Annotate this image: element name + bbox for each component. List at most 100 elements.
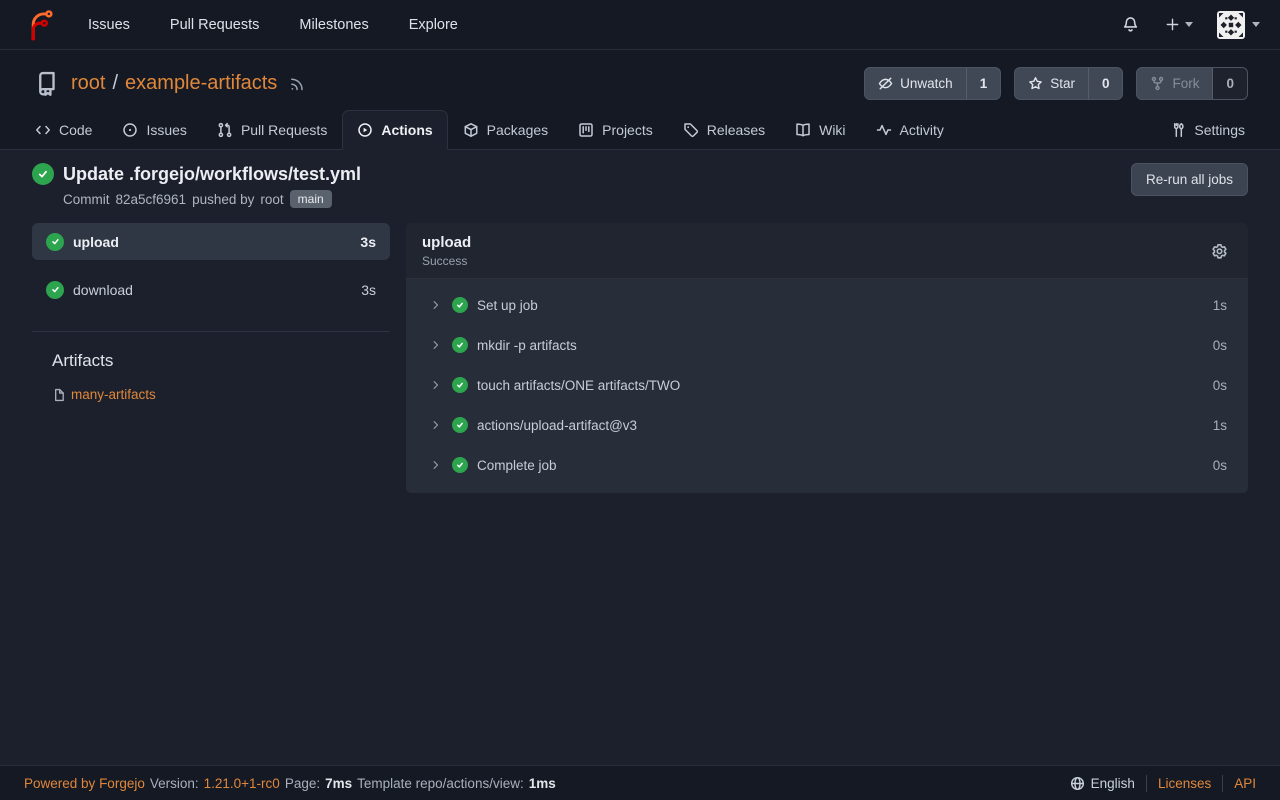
star-count[interactable]: 0 [1088, 68, 1123, 99]
job-detail-panel: upload Success Set up job 1s [406, 223, 1248, 493]
chevron-right-icon [430, 339, 442, 351]
step-duration: 1s [1213, 298, 1227, 313]
step-success-icon [452, 417, 468, 433]
breadcrumb: root / example-artifacts [71, 72, 277, 95]
step-row-upload-artifact[interactable]: actions/upload-artifact@v3 1s [406, 405, 1248, 445]
template-time: 1ms [529, 776, 556, 791]
step-row-complete[interactable]: Complete job 0s [406, 445, 1248, 485]
tab-wiki[interactable]: Wiki [780, 110, 860, 150]
book-icon [795, 122, 811, 138]
footer: Powered by Forgejo Version: 1.21.0+1-rc0… [0, 765, 1280, 800]
tab-pull-requests[interactable]: Pull Requests [202, 110, 342, 150]
forgejo-logo[interactable] [24, 9, 56, 41]
artifact-item: many-artifacts [32, 387, 390, 402]
job-duration: 3s [360, 234, 376, 250]
branch-badge[interactable]: main [290, 190, 332, 208]
pull-request-icon [217, 122, 233, 138]
watch-count[interactable]: 1 [966, 68, 1001, 99]
chevron-right-icon [430, 379, 442, 391]
commit-author-link[interactable]: root [260, 192, 283, 207]
rss-icon[interactable] [289, 76, 305, 92]
job-item-download[interactable]: download 3s [32, 271, 390, 308]
user-menu[interactable] [1211, 7, 1266, 43]
eye-slash-icon [878, 76, 893, 91]
run-success-icon [32, 163, 54, 185]
repo-header: root / example-artifacts Unwatch [0, 50, 1280, 150]
nav-item-milestones[interactable]: Milestones [285, 9, 382, 41]
chevron-right-icon [430, 299, 442, 311]
tab-activity[interactable]: Activity [861, 110, 959, 150]
step-duration: 1s [1213, 418, 1227, 433]
job-duration: 3s [361, 282, 376, 298]
file-icon [52, 388, 66, 402]
fork-button: Fork 0 [1136, 67, 1248, 100]
job-detail-header: upload Success [406, 223, 1248, 279]
bell-icon[interactable] [1114, 10, 1147, 39]
powered-by-forgejo-link[interactable]: Powered by Forgejo [24, 776, 145, 791]
job-detail-status: Success [422, 254, 471, 268]
tab-packages[interactable]: Packages [448, 110, 563, 150]
tag-icon [683, 122, 699, 138]
chevron-right-icon [430, 419, 442, 431]
footer-info: Powered by Forgejo Version: 1.21.0+1-rc0… [24, 776, 556, 791]
repo-icon [34, 71, 59, 96]
run-title: Update .forgejo/workflows/test.yml [63, 164, 361, 185]
step-name: Set up job [477, 298, 538, 313]
step-success-icon [452, 457, 468, 473]
breadcrumb-separator: / [112, 72, 118, 95]
step-duration: 0s [1213, 458, 1227, 473]
gear-icon[interactable] [1207, 239, 1232, 264]
tab-projects[interactable]: Projects [563, 110, 668, 150]
artifacts-heading: Artifacts [32, 351, 390, 371]
pulse-icon [876, 122, 892, 138]
tab-issues[interactable]: Issues [107, 110, 201, 150]
repo-name-link[interactable]: example-artifacts [125, 72, 277, 95]
step-row-setup[interactable]: Set up job 1s [406, 285, 1248, 325]
job-item-upload[interactable]: upload 3s [32, 223, 390, 260]
repo-owner-link[interactable]: root [71, 72, 105, 95]
nav-item-pull-requests[interactable]: Pull Requests [156, 9, 273, 41]
tab-actions[interactable]: Actions [342, 110, 447, 150]
step-name: Complete job [477, 458, 557, 473]
step-name: actions/upload-artifact@v3 [477, 418, 637, 433]
version-link[interactable]: 1.21.0+1-rc0 [204, 776, 280, 791]
plus-icon [1165, 17, 1180, 32]
chevron-down-icon [1252, 22, 1260, 27]
step-row-mkdir[interactable]: mkdir -p artifacts 0s [406, 325, 1248, 365]
unwatch-label: Unwatch [900, 76, 953, 91]
commit-sha-link[interactable]: 82a5cf6961 [116, 192, 187, 207]
step-success-icon [452, 297, 468, 313]
actions-run-view: Update .forgejo/workflows/test.yml Commi… [0, 150, 1280, 765]
licenses-link[interactable]: Licenses [1158, 776, 1211, 791]
rerun-all-jobs-button[interactable]: Re-run all jobs [1131, 163, 1248, 196]
chevron-right-icon [430, 459, 442, 471]
navbar-right [1114, 7, 1266, 43]
nav-item-issues[interactable]: Issues [74, 9, 144, 41]
job-steps-list: Set up job 1s mkdir -p artifacts 0s touc… [406, 279, 1248, 493]
artifact-download-link[interactable]: many-artifacts [71, 387, 156, 402]
step-name: mkdir -p artifacts [477, 338, 577, 353]
nav-item-explore[interactable]: Explore [395, 9, 472, 41]
job-name: download [73, 282, 133, 298]
star-button[interactable]: Star 0 [1014, 67, 1123, 100]
tab-settings[interactable]: Settings [1155, 110, 1260, 150]
avatar [1217, 11, 1245, 39]
job-detail-name: upload [422, 234, 471, 251]
fork-count[interactable]: 0 [1212, 68, 1247, 99]
tab-code[interactable]: Code [20, 110, 107, 150]
step-success-icon [452, 337, 468, 353]
unwatch-button[interactable]: Unwatch 1 [864, 67, 1001, 100]
step-row-touch[interactable]: touch artifacts/ONE artifacts/TWO 0s [406, 365, 1248, 405]
step-success-icon [452, 377, 468, 393]
step-name: touch artifacts/ONE artifacts/TWO [477, 378, 680, 393]
api-link[interactable]: API [1234, 776, 1256, 791]
create-new-menu[interactable] [1157, 11, 1201, 38]
repo-action-buttons: Unwatch 1 Star 0 [864, 67, 1248, 100]
run-commit-line: Commit 82a5cf6961 pushed by root main [63, 190, 361, 208]
page-time: 7ms [325, 776, 352, 791]
job-success-icon [46, 233, 64, 251]
star-label: Star [1050, 76, 1075, 91]
language-selector[interactable]: English [1070, 776, 1135, 791]
tab-releases[interactable]: Releases [668, 110, 780, 150]
tools-icon [1170, 122, 1186, 138]
